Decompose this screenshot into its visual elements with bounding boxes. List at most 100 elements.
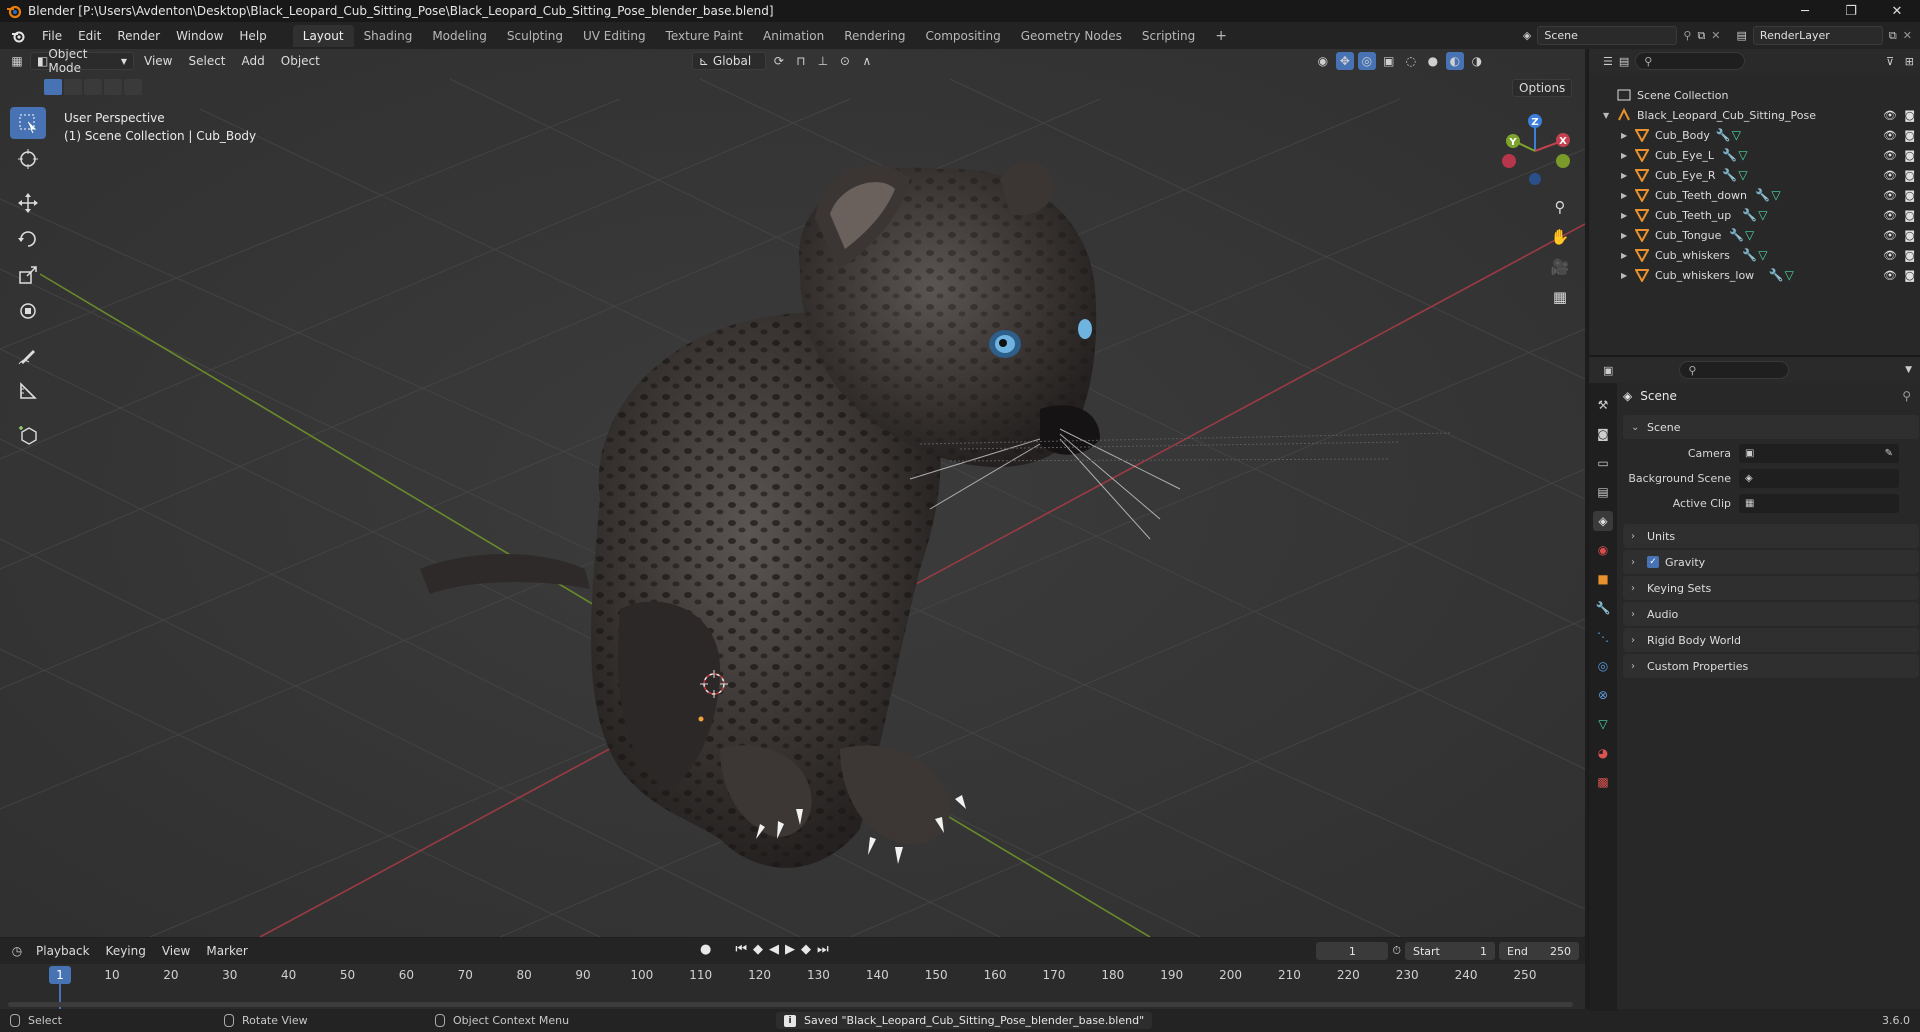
mesh-data-icon[interactable]: ▽ <box>1732 128 1741 142</box>
outliner-object-row[interactable]: ▶ Cub_Teeth_down 🔧 ▽ 👁 ◙ <box>1589 185 1920 205</box>
units-panel[interactable]: › Units <box>1623 524 1919 548</box>
render-tab-icon[interactable]: ◙ <box>1593 424 1613 444</box>
eye-icon[interactable]: 👁 <box>1883 229 1897 242</box>
options-button[interactable]: Options <box>1512 79 1573 97</box>
eye-icon[interactable]: 👁 <box>1883 249 1897 262</box>
tool-tab-icon[interactable]: ⚒ <box>1593 395 1613 415</box>
menu-edit[interactable]: Edit <box>70 29 109 43</box>
rigid-body-world-panel[interactable]: › Rigid Body World <box>1623 628 1919 652</box>
ortho-grid-icon[interactable]: ▦ <box>1548 285 1572 309</box>
audio-panel[interactable]: › Audio <box>1623 602 1919 626</box>
render-camera-icon[interactable]: ◙ <box>1904 209 1915 222</box>
pin-icon[interactable]: ⚲ <box>1683 29 1691 42</box>
tab-modeling[interactable]: Modeling <box>422 25 497 47</box>
select-invert-icon[interactable] <box>104 79 122 95</box>
play-icon[interactable]: ▶ <box>785 942 795 957</box>
menu-marker[interactable]: Marker <box>200 942 253 960</box>
timeline-editor-type-icon[interactable]: ◷ <box>8 942 26 960</box>
timeline-scrollbar[interactable] <box>8 1002 1573 1007</box>
expand-right-icon[interactable]: ▶ <box>1621 271 1627 280</box>
output-tab-icon[interactable]: ▭ <box>1593 453 1613 473</box>
menu-timeline-view[interactable]: View <box>156 942 196 960</box>
select-intersect-icon[interactable] <box>124 79 142 95</box>
menu-select[interactable]: Select <box>182 52 231 70</box>
copy-scene-icon[interactable]: ⧉ <box>1697 29 1705 43</box>
move-tool[interactable] <box>10 187 46 219</box>
custom-properties-panel[interactable]: › Custom Properties <box>1623 654 1919 678</box>
3d-viewport[interactable]: ▦ ◧ Object Mode ▼ View Select Add Object… <box>0 49 1585 937</box>
add-workspace-button[interactable]: + <box>1205 24 1237 48</box>
properties-options-icon[interactable]: ▼ <box>1905 365 1912 375</box>
jump-start-icon[interactable]: ⏮ <box>735 942 747 957</box>
select-box-tool[interactable] <box>10 107 46 139</box>
expand-right-icon[interactable]: ▶ <box>1621 191 1627 200</box>
snap-icon[interactable]: ⊓ <box>792 52 810 70</box>
properties-search[interactable]: ⚲ <box>1679 361 1790 379</box>
properties-editor-type-icon[interactable]: ▣ <box>1603 364 1613 377</box>
zoom-icon[interactable]: ⚲ <box>1548 195 1572 219</box>
prev-keyframe-icon[interactable]: ◆ <box>753 942 763 957</box>
data-tab-icon[interactable]: ▽ <box>1593 714 1613 734</box>
select-extend-icon[interactable] <box>64 79 82 95</box>
menu-object[interactable]: Object <box>275 52 326 70</box>
clock-icon[interactable]: ⏱ <box>1392 944 1401 958</box>
render-camera-icon[interactable]: ◙ <box>1904 249 1915 262</box>
render-camera-icon[interactable]: ◙ <box>1904 189 1915 202</box>
modifier-icon[interactable]: 🔧 <box>1716 128 1731 142</box>
gravity-panel[interactable]: › ✓ Gravity <box>1623 550 1919 574</box>
tab-layout[interactable]: Layout <box>292 24 354 47</box>
mesh-data-icon[interactable]: ▽ <box>1745 228 1754 242</box>
object-tab-icon[interactable]: ■ <box>1593 569 1613 589</box>
mesh-data-icon[interactable]: ▽ <box>1758 208 1767 222</box>
outliner-object-row[interactable]: ▶ Cub_Tongue 🔧 ▽ 👁 ◙ <box>1589 225 1920 245</box>
outliner-search[interactable]: ⚲ <box>1635 52 1746 70</box>
scene-icon[interactable]: ◈ <box>1523 29 1531 42</box>
tab-sculpting[interactable]: Sculpting <box>497 25 573 47</box>
material-shading-icon[interactable]: ◐ <box>1445 52 1464 70</box>
close-button[interactable]: ✕ <box>1874 0 1920 22</box>
cursor-tool[interactable] <box>10 143 46 175</box>
render-camera-icon[interactable]: ◙ <box>1904 269 1915 282</box>
pan-hand-icon[interactable]: ✋ <box>1548 225 1572 249</box>
snap-target-icon[interactable]: ⊥ <box>814 52 832 70</box>
mode-selector[interactable]: ◧ Object Mode ▼ <box>30 49 134 75</box>
mesh-data-icon[interactable]: ▽ <box>1738 168 1747 182</box>
render-camera-icon[interactable]: ◙ <box>1904 109 1915 122</box>
orientation-selector[interactable]: ⊾ Global <box>691 52 766 70</box>
outliner-object-row[interactable]: ▶ Cub_whiskers 🔧 ▽ 👁 ◙ <box>1589 245 1920 265</box>
menu-keying[interactable]: Keying <box>100 942 152 960</box>
copy-view-layer-icon[interactable]: ⧉ <box>1889 29 1897 43</box>
expand-right-icon[interactable]: ▶ <box>1621 231 1627 240</box>
tab-animation[interactable]: Animation <box>753 25 834 47</box>
visibility-icon[interactable]: ◉ <box>1314 52 1332 70</box>
view-layer-tab-icon[interactable]: ▤ <box>1593 482 1613 502</box>
expand-down-icon[interactable]: ▼ <box>1603 111 1609 120</box>
eye-icon[interactable]: 👁 <box>1883 209 1897 222</box>
eye-icon[interactable]: 👁 <box>1883 189 1897 202</box>
solid-shading-icon[interactable]: ● <box>1424 52 1442 70</box>
camera-view-icon[interactable]: 🎥 <box>1548 255 1572 279</box>
pin-properties-icon[interactable]: ⚲ <box>1902 389 1911 403</box>
navigation-gizmo[interactable]: Z X Y <box>1500 111 1570 191</box>
material-tab-icon[interactable]: ◕ <box>1593 743 1613 763</box>
overlays-icon[interactable]: ◎ <box>1357 52 1376 70</box>
record-icon[interactable]: ● <box>700 942 711 957</box>
expand-right-icon[interactable]: ▶ <box>1621 211 1627 220</box>
eye-icon[interactable]: 👁 <box>1883 129 1897 142</box>
xray-icon[interactable]: ▣ <box>1380 52 1398 70</box>
menu-help[interactable]: Help <box>231 29 274 43</box>
select-subtract-icon[interactable] <box>84 79 102 95</box>
wireframe-shading-icon[interactable]: ◌ <box>1402 52 1420 70</box>
filter-icon[interactable]: ⊽ <box>1886 55 1894 68</box>
maximize-button[interactable]: ❐ <box>1828 0 1874 22</box>
eye-icon[interactable]: 👁 <box>1883 109 1897 122</box>
menu-render[interactable]: Render <box>109 29 168 43</box>
menu-window[interactable]: Window <box>168 29 231 43</box>
proportional-edit-icon[interactable]: ⊙ <box>836 52 854 70</box>
menu-add[interactable]: Add <box>236 52 271 70</box>
scene-selector[interactable]: Scene <box>1537 26 1678 45</box>
tab-scripting[interactable]: Scripting <box>1132 25 1205 47</box>
background-scene-field[interactable]: ◈ <box>1739 469 1899 488</box>
editor-type-icon[interactable]: ▦ <box>8 52 26 70</box>
render-camera-icon[interactable]: ◙ <box>1904 149 1915 162</box>
